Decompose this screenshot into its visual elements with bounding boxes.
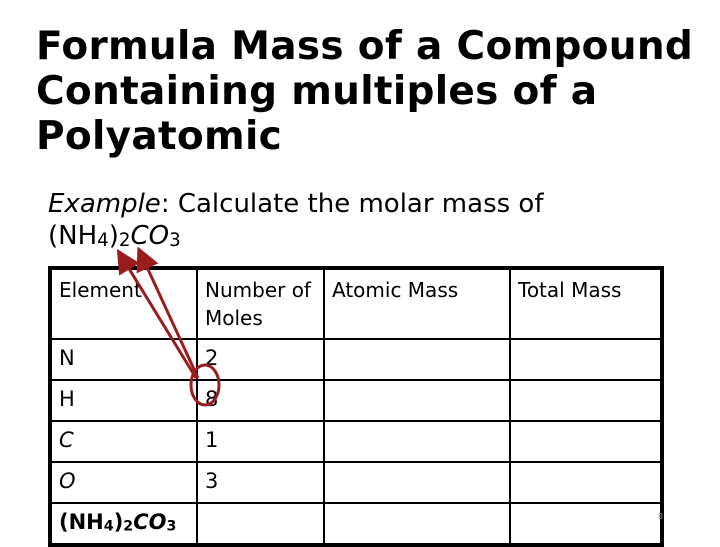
cell-atomic-mass [323, 338, 511, 381]
cell-total-mass [509, 461, 663, 504]
cell-atomic-mass [323, 420, 511, 463]
formula-subscript: 3 [166, 518, 177, 535]
formula-subscript-nh4: 4 [97, 230, 109, 252]
table-row: N 2 [49, 338, 663, 381]
formula-subscript: 2 [123, 518, 134, 535]
table-total-row: (NH4)2CO3 [49, 502, 663, 546]
cell-atomic-mass [323, 461, 511, 504]
cell-moles: 1 [196, 420, 325, 463]
cell-total-mass [509, 420, 663, 463]
table-row: O 3 [49, 461, 663, 504]
page-number: 8 [658, 512, 664, 521]
formula-part: ) [113, 510, 124, 534]
formula-subscript: 4 [103, 518, 114, 535]
cell-element: N [49, 338, 198, 381]
table-row: H 8 [49, 379, 663, 422]
header-moles: Number of Moles [196, 267, 325, 340]
cell-total-mass [509, 502, 663, 546]
example-prompt: Example: Calculate the molar mass of (NH… [48, 188, 544, 257]
formula-part: (NH [48, 221, 98, 251]
cell-moles: 2 [196, 338, 325, 381]
cell-total-mass [509, 338, 663, 381]
formula-subscript-2: 2 [118, 230, 131, 252]
formula-part: (NH [59, 510, 104, 534]
slide-title: Formula Mass of a Compound Containing mu… [36, 24, 694, 159]
cell-compound-formula: (NH4)2CO3 [49, 502, 198, 546]
example-formula: (NH4)2CO3 [48, 220, 544, 257]
cell-moles [196, 502, 325, 546]
cell-element: H [49, 379, 198, 422]
formula-subscript-3: 3 [169, 230, 181, 252]
formula-part: CO [133, 510, 167, 534]
formula-part: ) [108, 221, 119, 251]
cell-element: C [49, 420, 198, 463]
cell-atomic-mass [323, 502, 511, 546]
cell-element: O [49, 461, 198, 504]
formula-part: CO [130, 221, 170, 251]
header-total-mass: Total Mass [509, 267, 663, 340]
example-label: Example [48, 189, 161, 219]
table-header-row: Element Number of Moles Atomic Mass Tota… [49, 267, 663, 340]
cell-moles-highlighted: 8 [196, 379, 325, 422]
header-atomic-mass: Atomic Mass [323, 267, 511, 340]
molar-mass-table: Element Number of Moles Atomic Mass Tota… [48, 266, 664, 547]
table-row: C 1 [49, 420, 663, 463]
header-element: Element [49, 267, 198, 340]
cell-total-mass [509, 379, 663, 422]
cell-atomic-mass [323, 379, 511, 422]
cell-moles: 3 [196, 461, 325, 504]
example-text: : Calculate the molar mass of [160, 189, 544, 219]
